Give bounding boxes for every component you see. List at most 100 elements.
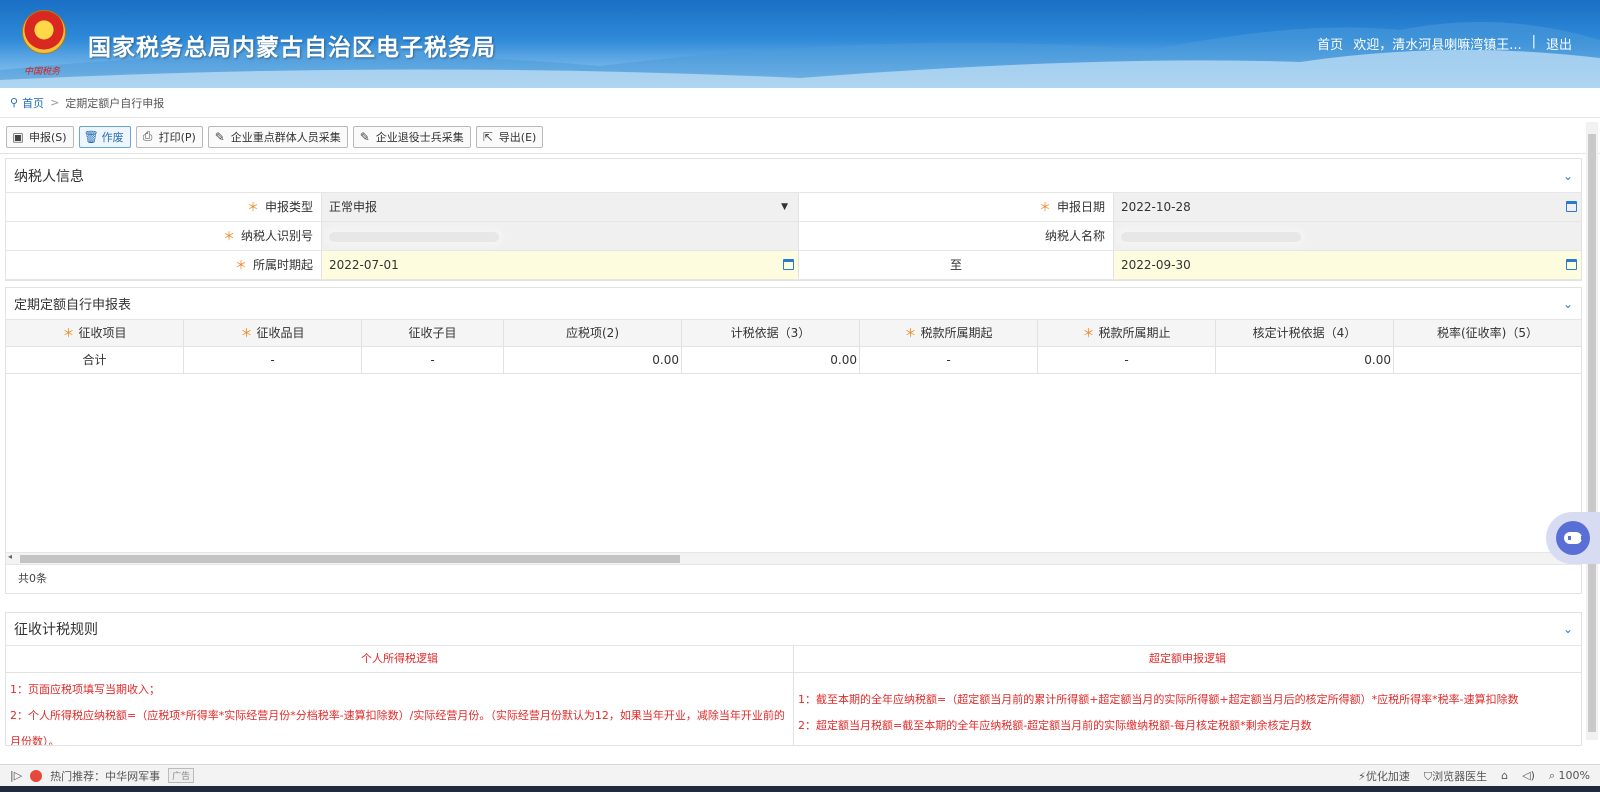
- table-cell: -: [184, 347, 362, 373]
- table-cell: 0.00: [1216, 347, 1394, 373]
- table-row-total: 合计 - - 0.00 0.00 - - 0.00: [6, 347, 1581, 374]
- column-header[interactable]: 征收子目: [362, 320, 504, 346]
- declare-button-label: 申报(S): [29, 130, 67, 144]
- network-icon[interactable]: ⌂: [1501, 769, 1508, 782]
- rule-line: 1：页面应税项填写当期收入；: [10, 683, 160, 696]
- edit-icon: ✎: [214, 129, 225, 144]
- table-cell: -: [1038, 347, 1216, 373]
- column-header[interactable]: 核定计税依据（4）: [1216, 320, 1394, 346]
- period-start-label: ＊所属时期起: [234, 258, 313, 272]
- calendar-icon[interactable]: [1566, 259, 1577, 270]
- site-title: 国家税务总局内蒙古自治区电子税务局: [88, 35, 496, 61]
- ad-badge: 广告: [168, 768, 195, 783]
- panel-title: 征收计税规则: [14, 622, 98, 638]
- scrollbar-thumb[interactable]: [1588, 134, 1596, 732]
- period-start-field[interactable]: 2022-07-01: [321, 251, 798, 279]
- tax-rules-panel: 征收计税规则 ⌄ 个人所得税逻辑 超定额申报逻辑 1：页面应税项填写当期收入； …: [5, 612, 1582, 746]
- assistant-robot-button[interactable]: [1546, 512, 1600, 564]
- void-button[interactable]: 🗑 作废: [78, 125, 131, 148]
- action-toolbar: ▣ 申报(S) 🗑 作废 ⎙ 打印(P) ✎ 企业重点群体人员采集 ✎ 企业退役…: [0, 120, 1600, 154]
- optimize-button[interactable]: ⚡优化加速: [1358, 768, 1410, 784]
- table-cell: 0.00: [504, 347, 682, 373]
- tax-emblem-icon: [22, 10, 66, 54]
- report-table-panel: 定期定额自行申报表 ⌄ ＊征收项目 ＊征收品目 征收子目 应税项(2) 计税依据…: [5, 287, 1582, 594]
- hot-recommendation[interactable]: 热门推荐：中华网军事: [50, 768, 160, 784]
- veterans-label: 企业退役士兵采集: [375, 130, 464, 144]
- veterans-collect-button[interactable]: ✎ 企业退役士兵采集: [352, 125, 471, 148]
- redacted-taxpayer-id: [329, 231, 499, 242]
- rules-panel-header[interactable]: 征收计税规则 ⌄: [6, 613, 1581, 646]
- declare-date-field[interactable]: 2022-10-28: [1113, 193, 1581, 221]
- taxpayer-name-label: 纳税人名称: [798, 222, 1113, 250]
- taxpayer-panel-header[interactable]: 纳税人信息 ⌄: [6, 159, 1581, 193]
- redacted-taxpayer-name: [1121, 231, 1301, 242]
- zoom-level[interactable]: ⌕ 100%: [1549, 769, 1590, 783]
- report-panel-header[interactable]: 定期定额自行申报表 ⌄: [6, 288, 1581, 320]
- print-button-label: 打印(P): [158, 130, 196, 144]
- export-button[interactable]: ⇱ 导出(E): [475, 125, 544, 148]
- form-row-taxpayer-id: ＊纳税人识别号 纳税人名称: [6, 222, 1581, 251]
- horizontal-scrollbar[interactable]: ◂ ▸: [6, 552, 1581, 564]
- chevron-down-icon[interactable]: ⌄: [1563, 622, 1573, 636]
- panel-title: 定期定额自行申报表: [14, 298, 132, 313]
- nav-divider: |: [1531, 34, 1536, 49]
- declare-date-label: ＊申报日期: [798, 193, 1113, 221]
- column-header[interactable]: 税率(征收率)（5）: [1394, 320, 1581, 346]
- taxpayer-name-field: [1113, 222, 1581, 250]
- rule-line: 2：超定额当月税额=截至本期的全年应纳税额-超定额当月前的实际缴纳税额-每月核定…: [798, 719, 1312, 732]
- browser-doctor-button[interactable]: ⛉浏览器医生: [1424, 768, 1487, 784]
- calendar-icon[interactable]: [1566, 201, 1577, 212]
- taxpayer-info-panel: 纳税人信息 ⌄ ＊申报类型 正常申报 ▼ ＊申报日期 2022-10-28 ＊纳…: [5, 158, 1582, 281]
- robot-icon: [1556, 521, 1590, 555]
- print-button[interactable]: ⎙ 打印(P): [135, 125, 203, 148]
- period-to-label: 至: [798, 251, 1113, 279]
- scroll-left-icon[interactable]: ◂: [8, 552, 12, 561]
- column-header[interactable]: 计税依据（3）: [682, 320, 860, 346]
- export-button-label: 导出(E): [498, 130, 537, 144]
- column-header[interactable]: ＊征收项目: [6, 320, 184, 346]
- vertical-scrollbar[interactable]: [1586, 122, 1598, 740]
- top-nav: 首页 欢迎，清水河县喇嘛湾镇王... | 退出: [1317, 34, 1572, 53]
- rules-body: 1：页面应税项填写当期收入； 2：个人所得税应纳税额=（应税项*所得率*实际经营…: [6, 673, 1581, 746]
- breadcrumb: ⚲ 首页 > 定期定额户自行申报: [0, 88, 1600, 118]
- browser-status-bar: |▷ 热门推荐：中华网军事 广告 ⚡优化加速 ⛉浏览器医生 ⌂ ◁) ⌕ 100…: [0, 764, 1600, 786]
- hot-news-icon: [30, 769, 43, 782]
- sidebar-toggle-icon[interactable]: |▷: [10, 769, 22, 782]
- rule-line: 1：截至本期的全年应纳税额=（超定额当月前的累计所得额+超定额当月的实际所得额+…: [798, 693, 1519, 706]
- rules-header-row: 个人所得税逻辑 超定额申报逻辑: [6, 646, 1581, 673]
- column-header[interactable]: 应税项(2): [504, 320, 682, 346]
- period-start-value: 2022-07-01: [329, 258, 399, 272]
- declare-type-label: ＊申报类型: [246, 200, 313, 214]
- table-cell: -: [860, 347, 1038, 373]
- welcome-user[interactable]: 欢迎，清水河县喇嘛湾镇王...: [1353, 34, 1521, 53]
- personal-income-tax-heading: 个人所得税逻辑: [6, 646, 794, 672]
- chevron-down-icon[interactable]: ⌄: [1563, 297, 1573, 311]
- table-cell: [1394, 347, 1581, 373]
- period-end-value: 2022-09-30: [1121, 258, 1191, 272]
- declare-type-select[interactable]: 正常申报 ▼: [321, 193, 798, 221]
- over-quota-heading: 超定额申报逻辑: [1149, 652, 1226, 665]
- breadcrumb-home[interactable]: 首页: [22, 95, 44, 111]
- column-header[interactable]: ＊征收品目: [184, 320, 362, 346]
- calendar-icon[interactable]: [783, 259, 794, 270]
- table-cell: 0.00: [682, 347, 860, 373]
- period-end-field[interactable]: 2022-09-30: [1113, 251, 1581, 279]
- breadcrumb-separator: >: [50, 96, 60, 109]
- scrollbar-thumb[interactable]: [20, 555, 680, 563]
- column-header[interactable]: ＊税款所属期起: [860, 320, 1038, 346]
- rule-line: 2：个人所得税应纳税额=（应税项*所得率*实际经营月份*分档税率-速算扣除数）/…: [10, 709, 785, 746]
- key-groups-collect-button[interactable]: ✎ 企业重点群体人员采集: [207, 125, 348, 148]
- emblem-caption: 中国税务: [24, 67, 61, 77]
- key-groups-label: 企业重点群体人员采集: [230, 130, 341, 144]
- speaker-icon[interactable]: ◁): [1522, 769, 1535, 782]
- dropdown-arrow-icon[interactable]: ▼: [781, 193, 788, 221]
- column-header[interactable]: ＊税款所属期止: [1038, 320, 1216, 346]
- logout-link[interactable]: 退出: [1546, 34, 1572, 53]
- record-count: 共0条: [6, 564, 1581, 592]
- trash-icon: 🗑: [83, 129, 99, 144]
- chevron-down-icon[interactable]: ⌄: [1563, 169, 1573, 183]
- declare-button[interactable]: ▣ 申报(S): [6, 125, 74, 148]
- over-quota-rules: 1：截至本期的全年应纳税额=（超定额当月前的累计所得额+超定额当月的实际所得额+…: [794, 673, 1581, 745]
- nav-home-link[interactable]: 首页: [1317, 34, 1343, 53]
- panel-title: 纳税人信息: [14, 168, 84, 185]
